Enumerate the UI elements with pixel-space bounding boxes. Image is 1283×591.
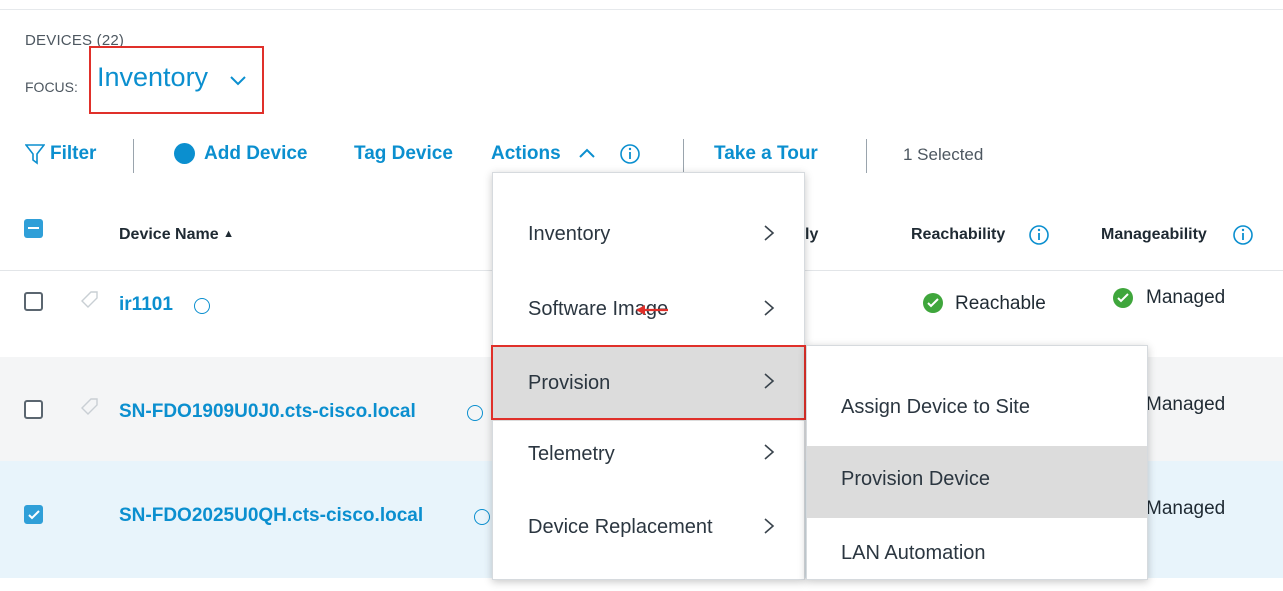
info-icon[interactable] <box>1028 224 1050 246</box>
manageability-status: Managed <box>1146 498 1226 519</box>
tag-icon[interactable] <box>79 290 99 312</box>
column-header-manageability[interactable]: Manageability <box>1101 226 1207 244</box>
take-a-tour-link[interactable]: Take a Tour <box>714 143 818 165</box>
toolbar-divider <box>866 139 867 173</box>
tag-icon[interactable] <box>79 397 99 419</box>
provision-submenu: Assign Device to Site Provision Device L… <box>806 345 1148 580</box>
check-circle-icon <box>1113 288 1133 308</box>
device-info-icon[interactable] <box>467 405 483 421</box>
chevron-up-icon[interactable] <box>578 146 596 160</box>
menu-item-device-replacement[interactable]: Device Replacement <box>493 497 804 571</box>
manageability-status: Managed <box>1146 394 1226 415</box>
actions-button[interactable]: Actions <box>491 143 561 165</box>
column-header-partial[interactable]: ly <box>805 226 818 244</box>
filter-icon[interactable] <box>25 143 45 165</box>
info-icon[interactable] <box>619 143 641 165</box>
chevron-right-icon <box>764 518 775 534</box>
focus-highlight-box <box>89 46 264 114</box>
toolbar-divider <box>683 139 684 173</box>
provision-highlight-box <box>491 345 806 420</box>
row-checkbox-checked[interactable] <box>24 505 43 524</box>
submenu-item-assign-device-to-site[interactable]: Assign Device to Site <box>807 371 1147 443</box>
filter-button[interactable]: Filter <box>50 143 96 165</box>
column-header-reachability[interactable]: Reachability <box>911 226 1005 244</box>
chevron-right-icon <box>764 444 775 460</box>
menu-item-inventory[interactable]: Inventory <box>493 197 804 271</box>
add-device-button[interactable]: Add Device <box>204 143 307 165</box>
row-checkbox[interactable] <box>24 400 43 419</box>
submenu-item-lan-automation[interactable]: LAN Automation <box>807 519 1147 591</box>
row-checkbox[interactable] <box>24 292 43 311</box>
device-name-link[interactable]: ir1101 <box>119 294 173 316</box>
toolbar-divider <box>133 139 134 173</box>
chevron-right-icon <box>764 300 775 316</box>
top-divider <box>0 9 1283 10</box>
menu-item-telemetry[interactable]: Telemetry <box>493 423 804 497</box>
focus-label: FOCUS: <box>25 79 78 95</box>
arrow-pointer-icon <box>636 305 668 315</box>
device-name-link[interactable]: SN-FDO1909U0J0.cts-cisco.local <box>119 401 416 423</box>
selected-count: 1 Selected <box>903 145 984 164</box>
tag-device-button[interactable]: Tag Device <box>354 143 453 165</box>
manageability-status: Managed <box>1146 287 1226 308</box>
add-icon[interactable] <box>174 143 195 164</box>
column-label: Reachability <box>911 226 1006 243</box>
submenu-item-provision-device[interactable]: Provision Device <box>807 446 1147 518</box>
chevron-right-icon <box>764 225 775 241</box>
device-info-icon[interactable] <box>194 298 210 314</box>
reachability-status: Reachable <box>955 293 1046 314</box>
column-label: Manageability <box>1101 226 1207 243</box>
device-name-link[interactable]: SN-FDO2025U0QH.cts-cisco.local <box>119 505 423 527</box>
info-icon[interactable] <box>1232 224 1254 246</box>
column-header-device-name[interactable]: Device Name ▲ <box>119 226 234 244</box>
sort-ascending-icon[interactable]: ▲ <box>223 228 234 240</box>
column-label: Device Name <box>119 226 219 243</box>
device-info-icon[interactable] <box>474 509 490 525</box>
check-circle-icon <box>923 293 943 313</box>
select-all-checkbox[interactable] <box>24 219 43 238</box>
